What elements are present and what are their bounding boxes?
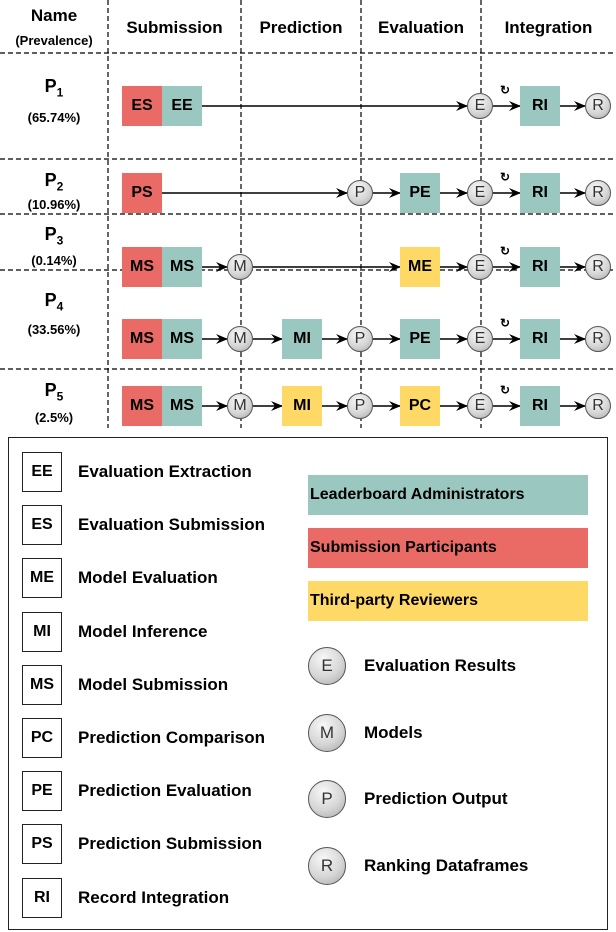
legend-abbr-box: PC — [22, 718, 62, 758]
legend-abbr-text: Model Submission — [78, 674, 229, 694]
header-stage-prediction: Prediction — [259, 18, 343, 37]
artifact-circle-r: R — [585, 326, 611, 352]
step-box-pe: PE — [400, 319, 440, 359]
legend-abbr-box: MS — [22, 664, 62, 705]
legend-abbr-text: Prediction Comparison — [78, 728, 266, 747]
pattern-index: 5 — [56, 389, 64, 404]
pattern-prevalence: (10.96%) — [27, 197, 81, 212]
refresh-cycle-icon: ↻ — [500, 316, 511, 330]
artifact-circle-e: E — [467, 180, 493, 206]
header-stage-submission: Submission — [126, 18, 223, 37]
legend-artifact-text: Evaluation Results — [364, 656, 517, 675]
legend-abbr-box: ME — [22, 558, 62, 599]
pattern-letter: P — [44, 224, 57, 244]
legend-artifact-circle-r: R — [308, 846, 346, 885]
step-box-pc: PC — [400, 386, 440, 426]
pattern-prevalence: (65.74%) — [27, 110, 81, 125]
legend-artifact-circle-m: M — [308, 713, 346, 752]
artifact-circle-r: R — [585, 393, 611, 419]
legend-abbr-box: PS — [22, 824, 62, 865]
step-box-ms: MS — [162, 247, 202, 287]
pattern-name: P5 — [0, 380, 108, 404]
step-box-ms: MS — [162, 386, 202, 426]
refresh-cycle-icon: ↻ — [500, 383, 511, 397]
artifact-circle-r: R — [585, 93, 611, 119]
legend-abbr-text: Evaluation Submission — [78, 515, 266, 535]
step-box-ms: MS — [122, 386, 162, 426]
legend-abbr-text: Evaluation Extraction — [78, 462, 252, 481]
refresh-cycle-icon: ↻ — [500, 83, 511, 97]
artifact-circle-m: M — [227, 326, 253, 352]
step-box-ri: RI — [520, 173, 560, 213]
legend-role-participant: Submission Participants — [308, 528, 588, 568]
legend-abbr-text: Record Integration — [78, 887, 230, 907]
step-box-ms: MS — [162, 319, 202, 359]
step-box-mi: MI — [282, 319, 322, 359]
pattern-letter: P — [44, 170, 57, 190]
step-box-ri: RI — [520, 319, 560, 359]
legend-artifact-circle-p: P — [308, 780, 346, 818]
legend-abbr-box: PE — [22, 771, 62, 812]
step-box-pe: PE — [400, 173, 440, 213]
artifact-circle-p: P — [347, 326, 373, 352]
step-box-ms: MS — [122, 319, 162, 359]
artifact-circle-e: E — [467, 93, 493, 119]
legend-artifact-circle-e: E — [308, 647, 346, 685]
pattern-name: P2 — [0, 170, 108, 194]
pattern-prevalence: (2.5%) — [34, 410, 74, 425]
pattern-letter: P — [44, 76, 57, 96]
legend-abbr-text: Prediction Submission — [78, 834, 263, 854]
legend-artifact-text: Ranking Dataframes — [364, 855, 529, 875]
pattern-name: P1 — [0, 76, 108, 100]
legend-abbr-text: Prediction Evaluation — [78, 781, 252, 801]
step-box-ee: EE — [162, 86, 202, 126]
legend-abbr-box: RI — [22, 877, 62, 918]
legend-artifact-text: Prediction Output — [364, 789, 508, 808]
artifact-circle-r: R — [585, 254, 611, 280]
legend-role-admin: Leaderboard Administrators — [308, 475, 588, 515]
artifact-circle-e: E — [467, 393, 493, 419]
legend-abbr-box: MI — [22, 611, 62, 652]
legend-artifact-text: Models — [364, 722, 423, 742]
pattern-prevalence: (0.14%) — [31, 253, 77, 268]
legend: EE Evaluation Extraction ES Evaluation Subm… — [8, 437, 608, 930]
pattern-index: 4 — [56, 299, 64, 314]
pattern-letter: P — [44, 290, 57, 310]
pattern-index: 3 — [56, 233, 64, 248]
step-box-mi: MI — [282, 386, 322, 426]
step-box-es: ES — [122, 86, 162, 126]
header-prevalence: (Prevalence) — [15, 33, 93, 48]
pattern-index: 1 — [56, 85, 64, 100]
legend-abbr-text: Model Evaluation — [78, 568, 218, 588]
step-box-ri: RI — [520, 247, 560, 287]
header-stage-evaluation: Evaluation — [378, 18, 464, 37]
pattern-prevalence: (33.56%) — [27, 322, 81, 337]
artifact-circle-e: E — [467, 326, 493, 352]
header-name: Name — [30, 6, 78, 25]
step-box-ms: MS — [122, 247, 162, 287]
artifact-circle-p: P — [347, 180, 373, 206]
step-box-ps: PS — [122, 173, 162, 213]
step-box-ri: RI — [520, 386, 560, 426]
legend-abbr-box: ES — [22, 505, 62, 546]
pattern-name: P3 — [0, 224, 108, 248]
header-stage-integration: Integration — [504, 18, 593, 37]
artifact-circle-m: M — [227, 254, 253, 280]
pattern-name: P4 — [0, 290, 108, 314]
pattern-letter: P — [44, 380, 57, 400]
legend-abbr-text: Model Inference — [78, 621, 208, 641]
legend-role-reviewer: Third-party Reviewers — [308, 581, 588, 621]
legend-abbr-box: EE — [22, 452, 62, 492]
workflow-diagram: Name (Prevalence) Submission Prediction … — [0, 0, 616, 440]
step-box-ri: RI — [520, 86, 560, 126]
pattern-index: 2 — [56, 179, 64, 194]
artifact-circle-m: M — [227, 393, 253, 419]
artifact-circle-p: P — [347, 393, 373, 419]
artifact-circle-e: E — [467, 254, 493, 280]
artifact-circle-r: R — [585, 180, 611, 206]
refresh-cycle-icon: ↻ — [500, 244, 511, 258]
refresh-cycle-icon: ↻ — [500, 170, 511, 184]
grid-lines — [0, 0, 616, 428]
step-box-me: ME — [400, 247, 440, 287]
